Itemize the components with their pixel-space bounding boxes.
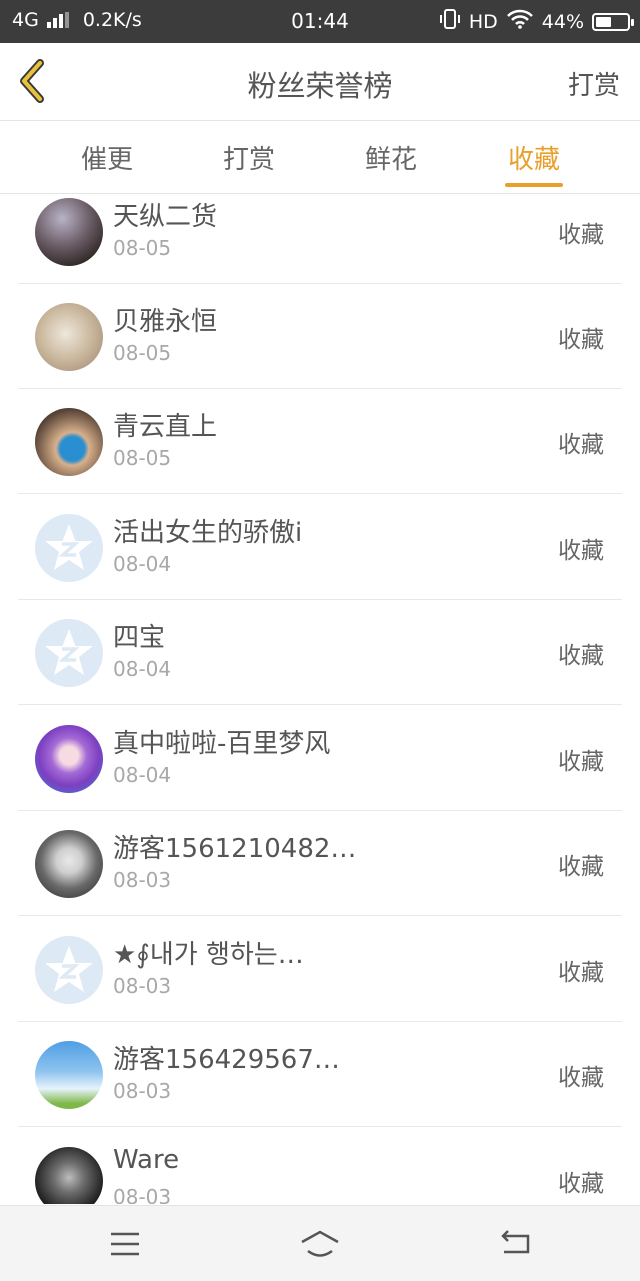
avatar [35, 725, 103, 793]
fan-date: 08-04 [113, 657, 172, 681]
status-bar: 4G 0.2K/s 01:44 HD 44% [0, 0, 640, 43]
avatar [35, 1041, 103, 1109]
fan-name: 真中啦啦-百里梦风 [113, 729, 331, 759]
avatar [35, 514, 103, 582]
fan-action: 收藏 [558, 960, 604, 986]
list-item[interactable]: 活出女生的骄傲i 08-04 收藏 [18, 494, 622, 600]
fan-date: 08-04 [113, 552, 172, 576]
fan-action: 收藏 [558, 1171, 604, 1197]
reward-button[interactable]: 打赏 [568, 65, 620, 102]
fan-action: 收藏 [558, 749, 604, 775]
fan-name: 天纵二货 [113, 202, 218, 232]
fan-action: 收藏 [558, 1065, 604, 1091]
avatar [35, 198, 103, 266]
back-nav-button[interactable] [494, 1224, 538, 1264]
tab-favorites[interactable]: 收藏 [489, 139, 579, 176]
list-item[interactable]: 天纵二货 08-05 收藏 [18, 194, 622, 284]
fan-date: 08-05 [113, 341, 172, 365]
avatar [35, 619, 103, 687]
wifi-icon [506, 9, 534, 34]
fan-name: 游客156429567… [113, 1045, 340, 1075]
app-header: 粉丝荣誉榜 打赏 [0, 43, 640, 121]
avatar [35, 1147, 103, 1204]
list-item[interactable]: ★∮내가 행하는… 08-03 收藏 [18, 916, 622, 1022]
default-avatar-icon [45, 524, 93, 570]
fan-action: 收藏 [558, 854, 604, 880]
fan-name: 贝雅永恒 [113, 307, 218, 337]
fan-name: Ware [113, 1145, 180, 1175]
fan-action: 收藏 [558, 643, 604, 669]
fan-name: 青云直上 [113, 412, 218, 442]
fan-date: 08-05 [113, 446, 172, 470]
avatar [35, 936, 103, 1004]
fan-name: 四宝 [113, 623, 166, 653]
menu-icon [111, 1232, 139, 1256]
list-item[interactable]: 游客1561210482… 08-03 收藏 [18, 810, 622, 916]
return-icon [501, 1230, 530, 1254]
tab-bar: 催更 打赏 鲜花 收藏 [0, 121, 640, 194]
list-item[interactable]: 贝雅永恒 08-05 收藏 [18, 283, 622, 389]
fan-date: 08-03 [113, 1185, 172, 1204]
hd-badge: HD [468, 10, 498, 33]
avatar [35, 408, 103, 476]
fan-action: 收藏 [558, 222, 604, 248]
home-icon [301, 1230, 339, 1257]
avatar [35, 830, 103, 898]
list-item[interactable]: Ware 08-03 收藏 [18, 1127, 622, 1204]
active-tab-indicator [505, 183, 563, 187]
battery-icon [592, 12, 634, 31]
home-button[interactable] [298, 1224, 342, 1264]
vibrate-icon [439, 8, 461, 35]
fan-name: 活出女生的骄傲i [113, 518, 303, 548]
list-item[interactable]: 四宝 08-04 收藏 [18, 599, 622, 705]
default-avatar-icon [45, 946, 93, 992]
list-item[interactable]: 游客156429567… 08-03 收藏 [18, 1021, 622, 1127]
fan-name: 游客1561210482… [113, 834, 357, 864]
fan-list: 天纵二货 08-05 收藏 贝雅永恒 08-05 收藏 青云直上 08-05 收… [0, 194, 640, 1204]
fan-date: 08-03 [113, 974, 172, 998]
avatar [35, 303, 103, 371]
fan-date: 08-03 [113, 1079, 172, 1103]
list-item[interactable]: 青云直上 08-05 收藏 [18, 388, 622, 494]
fan-action: 收藏 [558, 538, 604, 564]
fan-name: ★∮내가 행하는… [113, 940, 304, 970]
fan-action: 收藏 [558, 432, 604, 458]
fan-date: 08-04 [113, 763, 172, 787]
fan-action: 收藏 [558, 327, 604, 353]
default-avatar-icon [45, 629, 93, 675]
menu-button[interactable] [103, 1224, 147, 1264]
tab-reward[interactable]: 打赏 [204, 139, 294, 176]
list-item[interactable]: 真中啦啦-百里梦风 08-04 收藏 [18, 705, 622, 811]
tab-urge[interactable]: 催更 [62, 139, 152, 176]
fan-date: 08-03 [113, 868, 172, 892]
fan-date: 08-05 [113, 236, 172, 260]
system-nav-bar [0, 1205, 640, 1281]
status-right: HD 44% [439, 8, 634, 35]
tab-flowers[interactable]: 鲜花 [346, 139, 436, 176]
battery-percent: 44% [541, 10, 584, 33]
page-title: 粉丝荣誉榜 [247, 69, 393, 103]
